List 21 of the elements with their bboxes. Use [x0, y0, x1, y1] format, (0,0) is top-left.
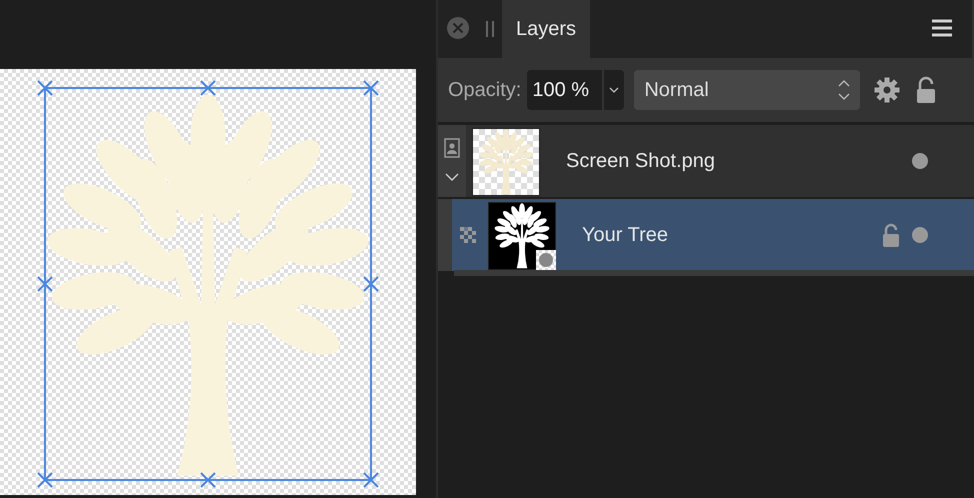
- layers-tab[interactable]: Layers: [502, 0, 590, 58]
- visibility-dot[interactable]: [912, 153, 928, 169]
- opacity-field[interactable]: 100 %: [527, 70, 624, 110]
- tree-mask-thumbnail: [488, 202, 556, 270]
- lock-icon[interactable]: [882, 222, 900, 248]
- image-thumbnail: [472, 128, 540, 196]
- visibility-dot[interactable]: [912, 227, 928, 243]
- menu-icon[interactable]: [932, 18, 952, 40]
- checkerboard-icon[interactable]: [460, 227, 476, 243]
- portrait-icon[interactable]: [444, 138, 460, 158]
- opacity-label: Opacity:: [448, 78, 522, 102]
- blend-mode-dropdown[interactable]: Normal: [634, 70, 860, 110]
- chevron-down-icon[interactable]: [609, 87, 620, 93]
- layer-name: Screen Shot.png: [566, 150, 716, 172]
- lock-icon[interactable]: [916, 76, 936, 104]
- indent-strip: [438, 199, 452, 271]
- layer-row[interactable]: Your Tree: [438, 199, 974, 271]
- up-down-chevron-icon: [838, 79, 850, 101]
- layer-name: Your Tree: [582, 224, 669, 246]
- settings-icon[interactable]: [874, 77, 900, 103]
- layer-row[interactable]: Screen Shot.png: [438, 125, 974, 197]
